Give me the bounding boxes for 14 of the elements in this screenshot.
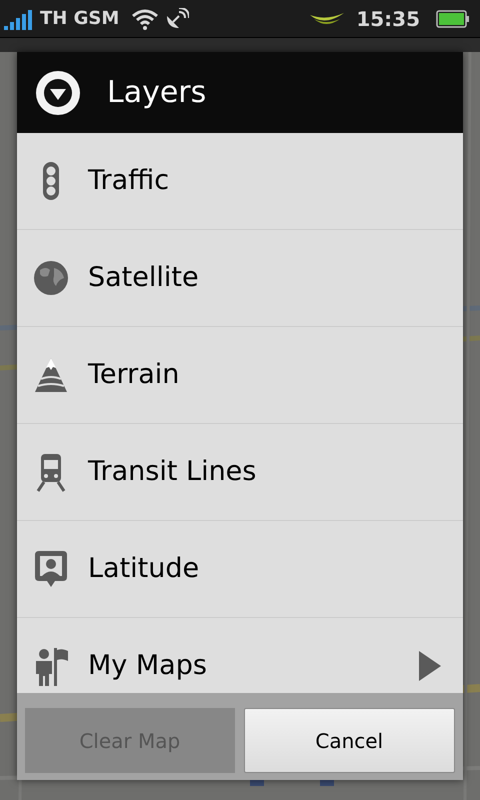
carrier-name: TH GSM [40, 10, 120, 28]
globe-icon [34, 258, 68, 298]
wifi-icon [131, 8, 160, 30]
satellite-dish-icon [165, 8, 190, 30]
dialog-button[interactable]: Cancel [244, 708, 455, 773]
person-flag-icon [34, 646, 68, 686]
location-pin-icon [34, 549, 68, 589]
battery-icon [436, 8, 470, 28]
down-arrow-circle-icon [35, 70, 81, 116]
train-icon [34, 452, 68, 492]
dialog-title: Layers [107, 74, 206, 112]
signal-icon [4, 8, 34, 30]
clock-time: 15:35 [356, 8, 420, 28]
swoosh-logo-icon [310, 10, 344, 26]
